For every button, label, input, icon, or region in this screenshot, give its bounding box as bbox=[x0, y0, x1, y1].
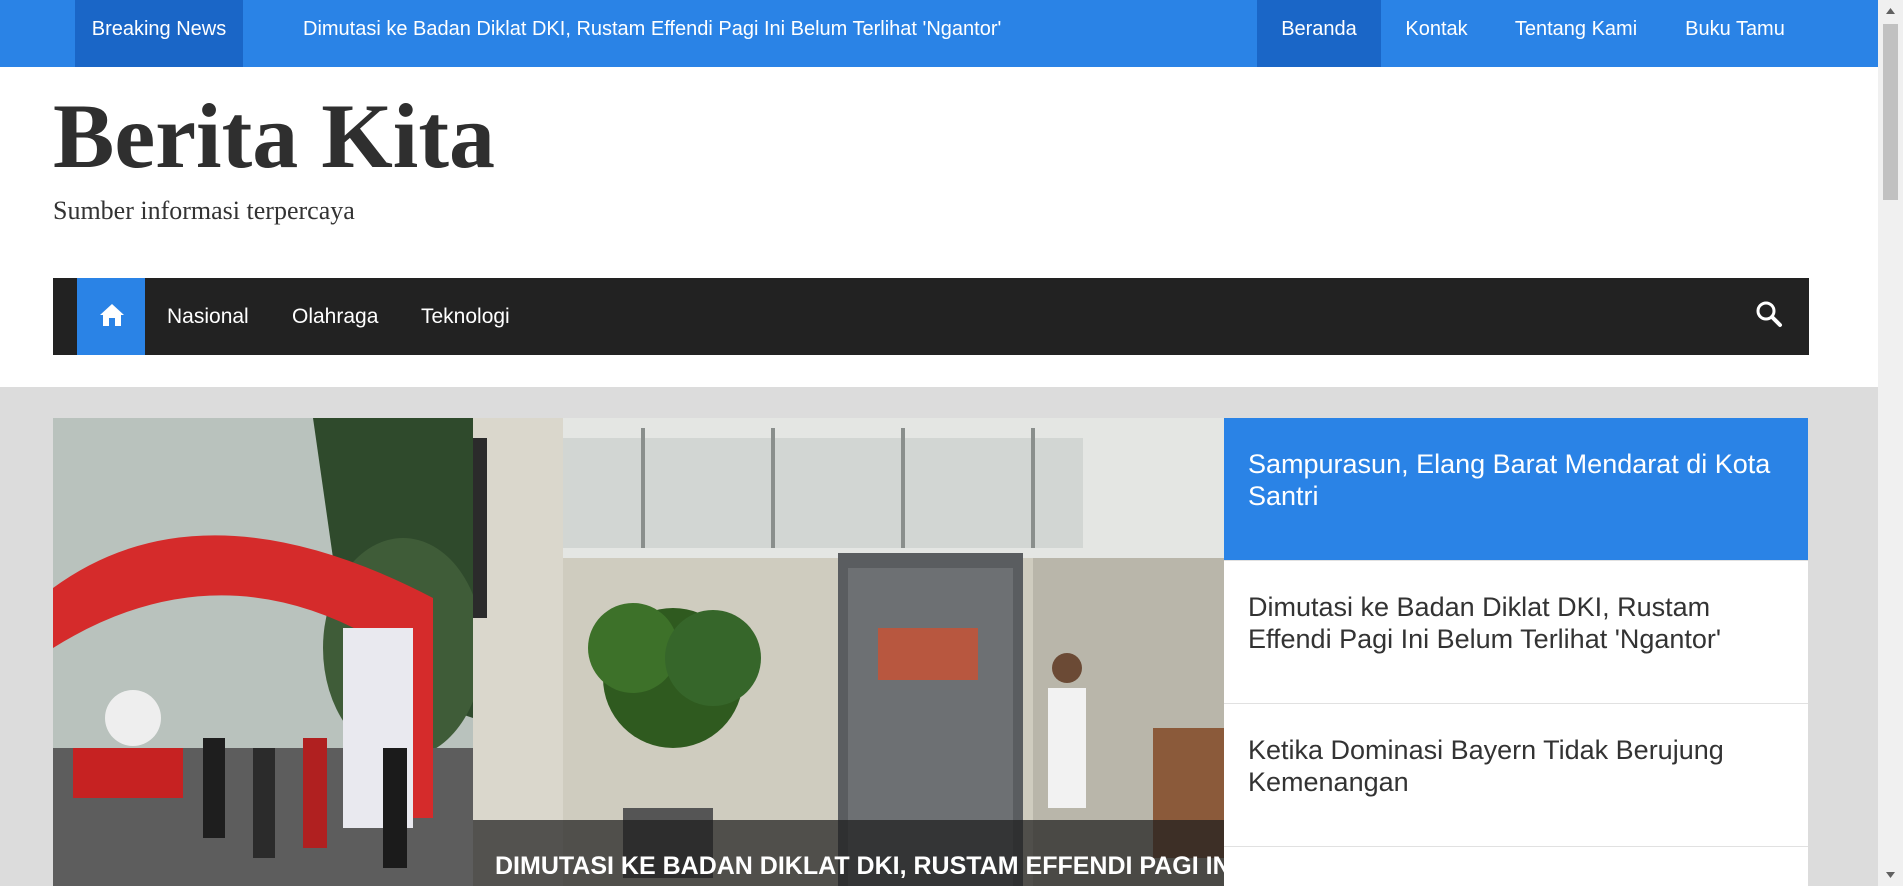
topnav-tentang-kami[interactable]: Tentang Kami bbox=[1492, 0, 1660, 67]
nav-item-olahraga[interactable]: Olahraga bbox=[292, 278, 378, 355]
topnav-buku-tamu[interactable]: Buku Tamu bbox=[1660, 0, 1810, 67]
headline-item[interactable]: Ketika Dominasi Bayern Tidak Berujung Ke… bbox=[1224, 704, 1808, 847]
site-title[interactable]: Berita Kita bbox=[53, 86, 495, 186]
site-tagline: Sumber informasi terpercaya bbox=[53, 196, 355, 225]
headline-item[interactable]: Dimutasi ke Badan Diklat DKI, Rustam Eff… bbox=[1224, 561, 1808, 704]
nav-item-nasional[interactable]: Nasional bbox=[167, 278, 249, 355]
featured-slider[interactable]: DIMUTASI KE BADAN DIKLAT DKI, RUSTAM EFF… bbox=[53, 418, 1224, 886]
search-button[interactable] bbox=[1755, 300, 1787, 332]
scroll-down-arrow-icon[interactable] bbox=[1878, 864, 1903, 886]
headline-item[interactable]: Sampurasun, Elang Barat Mendarat di Kota… bbox=[1224, 418, 1808, 561]
breaking-news-ticker[interactable]: Dimutasi ke Badan Diklat DKI, Rustam Eff… bbox=[303, 0, 1001, 59]
office-photo bbox=[473, 418, 1224, 886]
headline-title[interactable]: Ketika Dominasi Bayern Tidak Berujung Ke… bbox=[1248, 734, 1788, 798]
event-photo bbox=[53, 418, 473, 886]
scroll-up-arrow-icon[interactable] bbox=[1878, 0, 1903, 22]
topnav-kontak[interactable]: Kontak bbox=[1381, 0, 1492, 67]
scrollbar-thumb[interactable] bbox=[1883, 24, 1898, 200]
slide-caption-text[interactable]: DIMUTASI KE BADAN DIKLAT DKI, RUSTAM EFF… bbox=[495, 852, 1224, 881]
slide-image-event[interactable] bbox=[53, 418, 473, 886]
search-icon bbox=[1756, 301, 1782, 327]
main-nav: Nasional Olahraga Teknologi bbox=[53, 278, 1809, 355]
headline-list: Sampurasun, Elang Barat Mendarat di Kota… bbox=[1224, 418, 1808, 886]
topnav-beranda[interactable]: Beranda bbox=[1257, 0, 1381, 67]
slide-caption[interactable]: DIMUTASI KE BADAN DIKLAT DKI, RUSTAM EFF… bbox=[473, 820, 1224, 886]
nav-item-teknologi[interactable]: Teknologi bbox=[421, 278, 510, 355]
headline-title[interactable]: Sampurasun, Elang Barat Mendarat di Kota… bbox=[1248, 448, 1788, 512]
page-scrollbar[interactable] bbox=[1878, 0, 1903, 886]
top-bar: Breaking News Dimutasi ke Badan Diklat D… bbox=[0, 0, 1878, 67]
breaking-news-label: Breaking News bbox=[75, 0, 243, 67]
headline-title[interactable]: Dimutasi ke Badan Diklat DKI, Rustam Eff… bbox=[1248, 591, 1788, 655]
home-button[interactable] bbox=[77, 278, 145, 355]
home-icon bbox=[100, 304, 124, 326]
slide-image-office[interactable] bbox=[473, 418, 1224, 886]
